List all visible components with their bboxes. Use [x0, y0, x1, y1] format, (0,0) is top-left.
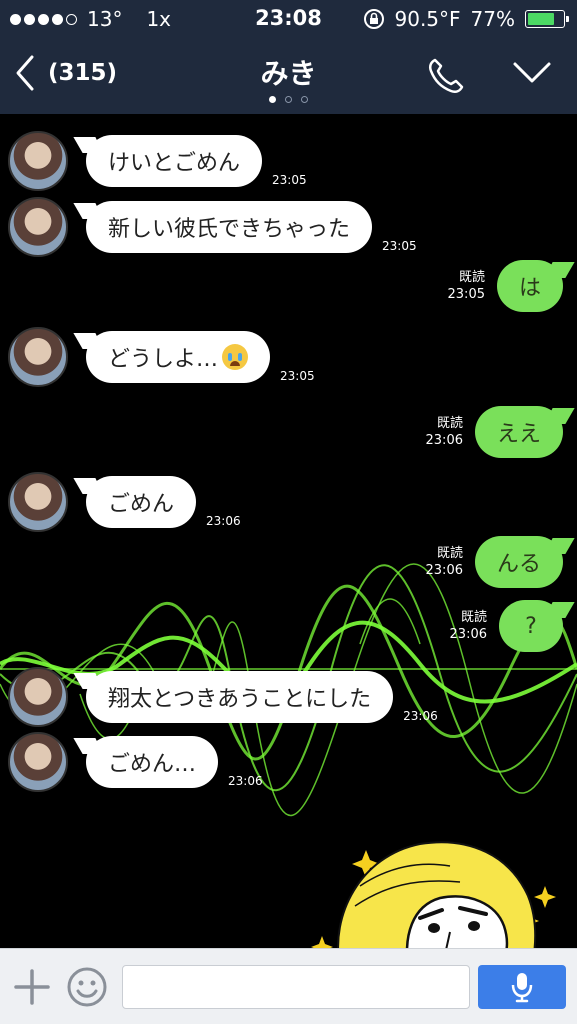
message-outgoing: 既読 23:06 ? [450, 600, 563, 652]
message-time: 23:06 [228, 774, 263, 788]
page-dot [285, 96, 292, 103]
message-bubble[interactable]: んる [474, 536, 563, 588]
character-sticker[interactable] [300, 826, 570, 948]
message-bubble[interactable]: ごめん… [86, 736, 219, 788]
chat-title: みき [260, 57, 317, 90]
temperature-label: 90.5°F [394, 7, 461, 31]
status-right: 90.5°F 77% [363, 7, 569, 31]
page-dot [301, 96, 308, 103]
message-time: 23:05 [280, 369, 315, 383]
message-bubble[interactable]: は [496, 260, 563, 312]
read-receipt: 既読 [458, 270, 485, 285]
avatar[interactable] [8, 197, 68, 257]
chat-header: (315) みき [0, 38, 577, 114]
call-button[interactable] [425, 56, 465, 100]
status-bar: 13° 1x 23:08 90.5°F 77% [0, 0, 577, 38]
avatar[interactable] [8, 732, 68, 792]
read-receipt: 既読 [436, 416, 463, 431]
message-outgoing: 既読 23:06 ええ [426, 406, 563, 458]
read-receipt: 既読 [436, 546, 463, 561]
microphone-icon [511, 973, 533, 1003]
battery-percent: 77% [470, 7, 515, 31]
message-text: どうしよ… [108, 347, 219, 372]
page-indicator [0, 96, 577, 103]
message-bubble[interactable]: 新しい彼氏できちゃった [86, 201, 373, 253]
phone-icon [428, 58, 464, 94]
message-bubble[interactable]: ええ [474, 406, 563, 458]
plus-icon[interactable] [14, 969, 50, 1005]
message-time: 23:06 [206, 514, 241, 528]
message-outgoing: 既読 23:05 は [448, 260, 563, 312]
message-time: 23:05 [272, 173, 307, 187]
battery-icon [525, 10, 569, 28]
message-outgoing: 既読 23:06 んる [426, 536, 563, 588]
message-bubble[interactable]: どうしよ… [86, 331, 271, 383]
avatar[interactable] [8, 131, 68, 191]
message-meta: 既読 23:06 [450, 609, 487, 643]
chevron-down-icon [513, 62, 551, 83]
avatar[interactable] [8, 327, 68, 387]
avatar[interactable] [8, 667, 68, 727]
message-time: 23:06 [425, 433, 463, 448]
message-time: 23:05 [382, 239, 417, 253]
message-incoming: どうしよ… 23:05 [8, 327, 315, 387]
voice-button[interactable] [478, 965, 566, 1009]
message-incoming: 新しい彼氏できちゃった 23:05 [8, 197, 417, 257]
crying-face-icon [222, 344, 249, 370]
message-incoming: ごめん… 23:06 [8, 732, 263, 792]
smiley-icon[interactable] [66, 966, 108, 1008]
input-bar [0, 948, 577, 1024]
message-incoming: ごめん 23:06 [8, 472, 241, 532]
message-time: 23:06 [403, 709, 438, 723]
message-bubble[interactable]: ? [499, 600, 563, 652]
read-receipt: 既読 [460, 610, 487, 625]
message-input[interactable] [122, 965, 470, 1009]
chat-area[interactable]: けいとごめん 23:05 新しい彼氏できちゃった 23:05 既読 23:05 … [0, 114, 577, 948]
page-dot [269, 96, 276, 103]
message-meta: 既読 23:05 [448, 269, 485, 303]
message-incoming: けいとごめん 23:05 [8, 131, 307, 191]
message-time: 23:06 [449, 627, 487, 642]
message-time: 23:05 [447, 287, 485, 302]
message-meta: 既読 23:06 [426, 545, 463, 579]
message-time: 23:06 [425, 563, 463, 578]
message-bubble[interactable]: ごめん [86, 476, 197, 528]
message-bubble[interactable]: 翔太とつきあうことにした [86, 671, 394, 723]
message-incoming: 翔太とつきあうことにした 23:06 [8, 667, 438, 727]
menu-toggle-button[interactable] [512, 60, 552, 90]
message-bubble[interactable]: けいとごめん [86, 135, 263, 187]
battery-fill [528, 13, 555, 25]
avatar[interactable] [8, 472, 68, 532]
message-meta: 既読 23:06 [426, 415, 463, 449]
orientation-lock-icon [363, 9, 384, 29]
